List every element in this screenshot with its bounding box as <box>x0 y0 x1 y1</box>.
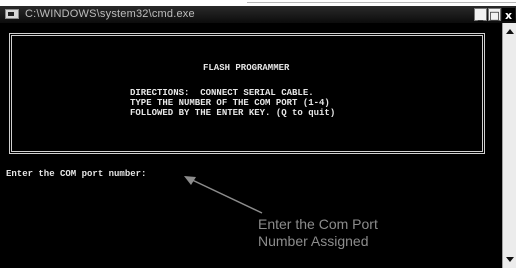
annotation-arrow-icon <box>184 176 263 214</box>
scroll-up-arrow-icon[interactable] <box>506 29 514 34</box>
annotation-callout: Enter the Com Port Number Assigned <box>258 216 428 250</box>
annotation-line-1: Enter the Com Port <box>258 216 378 232</box>
console-app-icon[interactable] <box>5 9 19 19</box>
title-bar[interactable]: C:\WINDOWS\system32\cmd.exe _ □ x <box>0 6 516 23</box>
vertical-scrollbar[interactable] <box>502 23 516 268</box>
page-divider <box>247 2 516 3</box>
window-title: C:\WINDOWS\system32\cmd.exe <box>25 8 195 20</box>
annotation-line-2: Number Assigned <box>258 233 369 249</box>
com-port-prompt: Enter the COM port number: <box>6 169 147 179</box>
directions-line-1: DIRECTIONS: CONNECT SERIAL CABLE. <box>130 88 314 98</box>
directions-line-2: TYPE THE NUMBER OF THE COM PORT (1-4) <box>130 98 330 108</box>
scroll-down-arrow-icon[interactable] <box>506 257 514 262</box>
minimize-button[interactable]: _ <box>474 8 487 22</box>
console-output[interactable]: FLASH PROGRAMMER DIRECTIONS: CONNECT SER… <box>0 23 502 268</box>
banner-box: FLASH PROGRAMMER DIRECTIONS: CONNECT SER… <box>9 33 485 154</box>
directions-line-3: FOLLOWED BY THE ENTER KEY. (Q to quit) <box>130 108 336 118</box>
banner-title: FLASH PROGRAMMER <box>203 63 290 73</box>
restore-button[interactable]: □ <box>488 8 501 22</box>
close-button[interactable]: x <box>502 8 515 22</box>
command-prompt-window: C:\WINDOWS\system32\cmd.exe _ □ x FLASH … <box>0 6 516 268</box>
